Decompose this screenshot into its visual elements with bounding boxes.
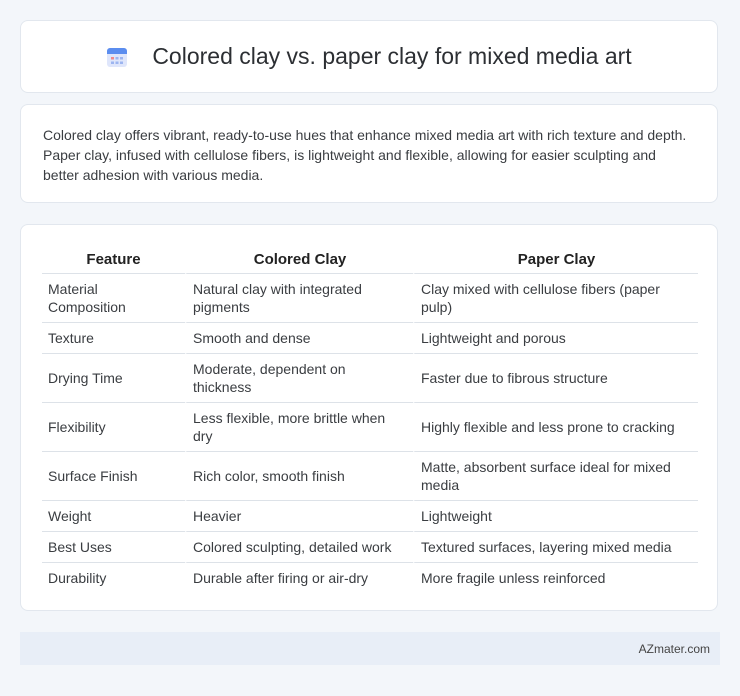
calendar-icon — [107, 47, 128, 67]
table-header-row: Feature Colored Clay Paper Clay — [42, 245, 698, 273]
row-paper-clay: Faster due to fibrous structure — [413, 353, 698, 402]
table-row: Weight Heavier Lightweight — [42, 500, 698, 531]
row-feature: Best Uses — [42, 531, 185, 562]
row-paper-clay: Clay mixed with cellulose fibers (paper … — [413, 273, 698, 322]
table-row: Drying Time Moderate, dependent on thick… — [42, 353, 698, 402]
header-feature: Feature — [86, 250, 141, 268]
row-paper-clay: Lightweight and porous — [413, 322, 698, 353]
table-row: Material Composition Natural clay with i… — [42, 273, 698, 322]
row-colored-clay: Smooth and dense — [185, 322, 413, 353]
row-paper-clay: Highly flexible and less prone to cracki… — [413, 402, 698, 451]
row-feature: Texture — [42, 322, 185, 353]
row-paper-clay: Textured surfaces, layering mixed media — [413, 531, 698, 562]
comparison-table: Feature Colored Clay Paper Clay Material… — [42, 245, 698, 593]
row-feature: Flexibility — [42, 402, 185, 451]
row-feature: Durability — [42, 562, 185, 593]
row-colored-clay: Heavier — [185, 500, 413, 531]
row-colored-clay: Moderate, dependent on thickness — [185, 353, 413, 402]
row-colored-clay: Durable after firing or air-dry — [185, 562, 413, 593]
table-row: Durability Durable after firing or air-d… — [42, 562, 698, 593]
header-paper-clay: Paper Clay — [413, 245, 698, 273]
footer: AZmater.com — [20, 632, 720, 665]
row-paper-clay: Lightweight — [413, 500, 698, 531]
row-paper-clay: Matte, absorbent surface ideal for mixed… — [413, 451, 698, 500]
row-colored-clay: Natural clay with integrated pigments — [185, 273, 413, 322]
row-feature: Material Composition — [42, 273, 185, 322]
row-feature: Surface Finish — [42, 451, 185, 500]
row-colored-clay: Colored sculpting, detailed work — [185, 531, 413, 562]
row-feature: Drying Time — [42, 353, 185, 402]
table-row: Texture Smooth and dense Lightweight and… — [42, 322, 698, 353]
comparison-card: Feature Colored Clay Paper Clay Material… — [20, 224, 718, 611]
row-colored-clay: Less flexible, more brittle when dry — [185, 402, 413, 451]
page-title: Colored clay vs. paper clay for mixed me… — [152, 43, 632, 69]
intro-card: Colored clay offers vibrant, ready-to-us… — [20, 104, 718, 203]
table-row: Surface Finish Rich color, smooth finish… — [42, 451, 698, 500]
footer-site-link[interactable]: AZmater.com — [639, 642, 710, 656]
intro-text: Colored clay offers vibrant, ready-to-us… — [43, 127, 687, 183]
title-card: Colored clay vs. paper clay for mixed me… — [20, 20, 718, 93]
row-paper-clay: More fragile unless reinforced — [413, 562, 698, 593]
table-row: Best Uses Colored sculpting, detailed wo… — [42, 531, 698, 562]
row-colored-clay: Rich color, smooth finish — [185, 451, 413, 500]
header-colored-clay: Colored Clay — [185, 245, 413, 273]
row-feature: Weight — [42, 500, 185, 531]
table-row: Flexibility Less flexible, more brittle … — [42, 402, 698, 451]
